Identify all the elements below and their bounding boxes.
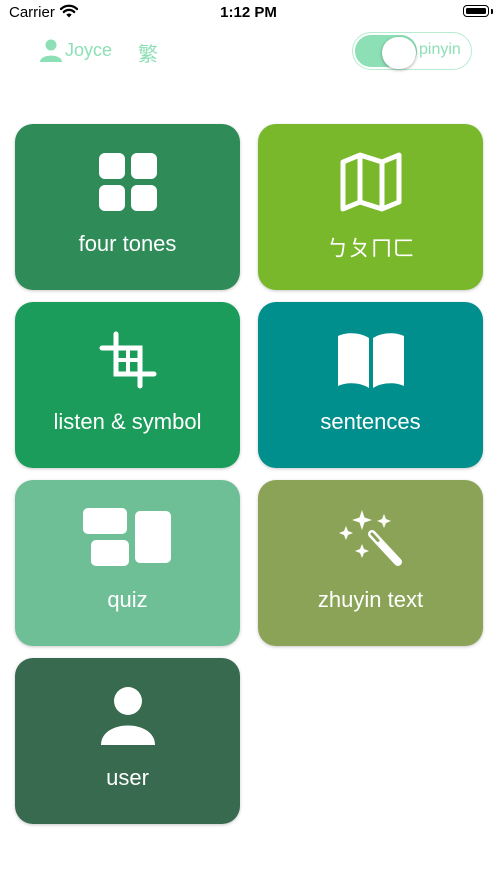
tile-label: user: [106, 765, 149, 790]
rectangles-icon: [82, 508, 171, 566]
battery-icon: [463, 5, 489, 17]
pinyin-toggle[interactable]: pinyin: [352, 32, 472, 70]
pinyin-label: pinyin: [419, 41, 461, 58]
tile-listen-symbol[interactable]: listen & symbol: [15, 302, 240, 468]
book-icon: [337, 333, 404, 388]
status-bar: Carrier 1:12 PM: [0, 0, 497, 26]
traditional-toggle-button[interactable]: 繁: [138, 38, 158, 67]
clock: 1:12 PM: [220, 4, 277, 21]
top-bar: Joyce 繁 pinyin: [0, 30, 497, 72]
tile-label: listen & symbol: [53, 409, 202, 434]
tile-four-tones[interactable]: four tones: [15, 124, 240, 290]
tile-sentences[interactable]: sentences: [258, 302, 483, 468]
crop-icon: [99, 331, 156, 389]
person-icon: [100, 687, 155, 745]
tile-label: zhuyin text: [317, 587, 424, 612]
user-name: Joyce: [65, 39, 113, 60]
tile-zhuyin-text[interactable]: zhuyin text: [258, 480, 483, 646]
map-icon: [340, 152, 401, 212]
battery-tip: [491, 9, 493, 14]
tile-label: quiz: [107, 587, 148, 612]
user-name-button[interactable]: Joyce: [40, 38, 112, 62]
person-icon: [40, 39, 62, 62]
tile-bopomofo[interactable]: ㄅㄆㄇㄈ: [258, 124, 483, 290]
toggle-knob: [382, 37, 416, 69]
tile-quiz[interactable]: quiz: [15, 480, 240, 646]
tile-label: sentences: [320, 409, 421, 434]
toggle-track: [355, 35, 417, 69]
magic-wand-icon: [338, 510, 402, 566]
tile-label: four tones: [78, 231, 177, 256]
tile-user[interactable]: user: [15, 658, 240, 824]
tile-label: ㄅㄆㄇㄈ: [326, 237, 415, 262]
grid-icon: [98, 153, 157, 211]
